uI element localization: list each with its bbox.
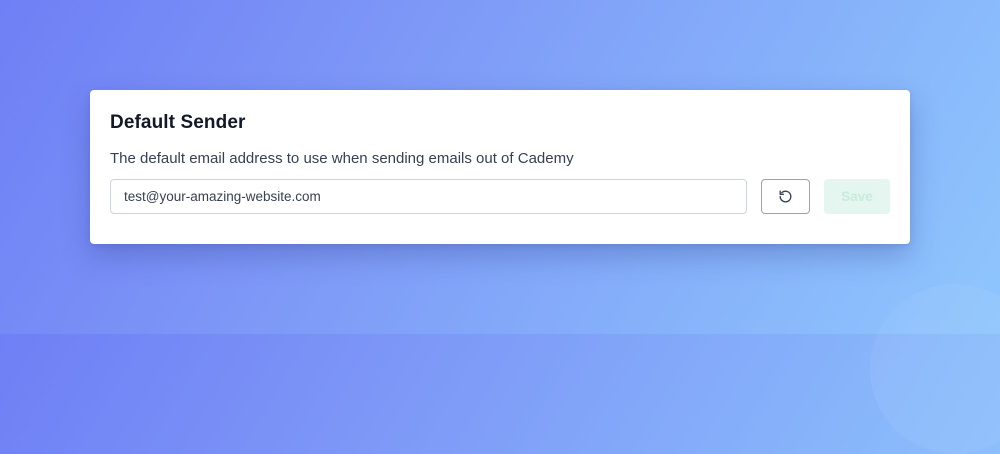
reset-icon — [778, 189, 793, 204]
default-sender-card: Default Sender The default email address… — [90, 90, 910, 244]
sender-email-input[interactable] — [110, 179, 747, 214]
background-decoration — [870, 284, 1000, 454]
reset-button[interactable] — [761, 179, 810, 214]
card-description: The default email address to use when se… — [110, 150, 574, 167]
save-button[interactable]: Save — [824, 179, 890, 214]
card-title: Default Sender — [110, 112, 246, 133]
